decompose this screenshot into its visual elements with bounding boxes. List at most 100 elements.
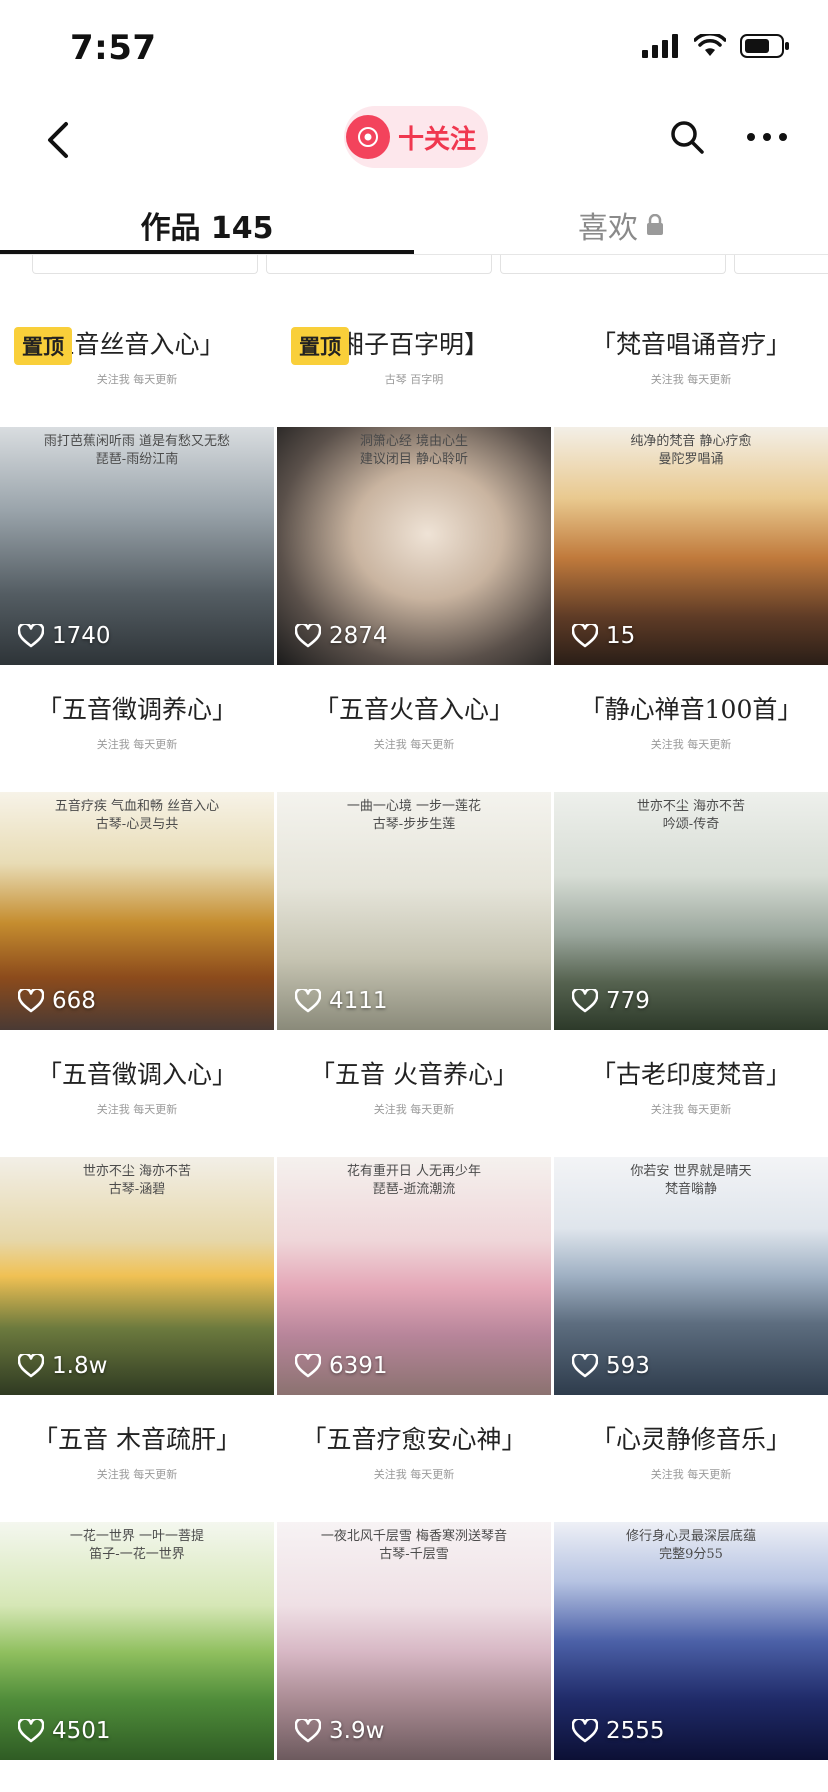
like-count: 4111 — [295, 988, 388, 1014]
more-dots-icon — [747, 133, 787, 141]
collection-card[interactable] — [32, 255, 258, 274]
like-count: 3.9w — [295, 1718, 384, 1744]
like-count: 2874 — [295, 623, 388, 649]
video-caption: 一夜北风千层雪 梅香寒洌送琴音 古琴-千层雪 — [320, 1529, 508, 1562]
like-count-value: 15 — [606, 623, 636, 649]
video-title: 「五音疗愈安心神」 — [301, 1425, 527, 1454]
like-count-value: 2555 — [606, 1718, 665, 1744]
chevron-left-icon — [48, 122, 68, 158]
video-title: 「五音徵调入心」 — [36, 1060, 237, 1089]
like-count: 2555 — [572, 1718, 665, 1744]
like-count-value: 4501 — [52, 1718, 111, 1744]
like-count-value: 2874 — [329, 623, 388, 649]
collection-card[interactable] — [266, 255, 492, 274]
wifi-icon — [694, 34, 726, 56]
video-caption: 世亦不尘 海亦不苦 古琴-涵碧 — [82, 1164, 192, 1197]
heart-icon — [18, 1719, 44, 1743]
video-card[interactable]: 五音丝音入心」 关注我 每天更新 雨打芭蕉闲听雨 道是有愁又无愁 琵琶-雨纷江南 置顶… — [0, 305, 274, 665]
collection-strip — [0, 255, 828, 275]
video-title: 「心灵静修音乐」 — [590, 1425, 791, 1454]
video-caption: 一曲一心境 一步一莲花 古琴-步步生莲 — [346, 799, 482, 832]
heart-icon — [572, 989, 598, 1013]
video-subtitle: 关注我 每天更新 — [650, 1468, 732, 1481]
video-card[interactable]: 「五音 木音疏肝」 关注我 每天更新 一花一世界 一叶一菩提 笛子-一花一世界 450… — [0, 1400, 274, 1760]
video-card[interactable]: 「五音 火音养心」关注我 每天更新花有重开日 人无再少年 琵琶-逝流潮流 6391 — [277, 1035, 551, 1395]
heart-icon — [295, 1719, 321, 1743]
like-count-value: 1.8w — [52, 1353, 108, 1379]
like-count: 6391 — [295, 1353, 388, 1379]
video-caption: 一花一世界 一叶一菩提 笛子-一花一世界 — [69, 1529, 205, 1562]
pinned-badge: 置顶 — [14, 327, 72, 365]
video-title: 「五音 木音疏肝」 — [33, 1425, 241, 1454]
heart-icon — [18, 624, 44, 648]
heart-icon — [572, 624, 598, 648]
video-caption: 世亦不尘 海亦不苦 吟颂-传奇 — [636, 799, 746, 832]
tab-works-label: 作品 145 — [140, 211, 274, 246]
video-title: 「五音火音入心」 — [313, 695, 514, 724]
like-count: 668 — [18, 988, 96, 1014]
video-caption: 花有重开日 人无再少年 琵琶-逝流潮流 — [346, 1164, 482, 1197]
video-card[interactable]: 「五音疗愈安心神」关注我 每天更新一夜北风千层雪 梅香寒洌送琴音 古琴-千层雪 3… — [277, 1400, 551, 1760]
lock-icon — [647, 214, 663, 235]
video-title: 「静心禅音100首」 — [579, 695, 803, 724]
back-button[interactable] — [30, 112, 86, 168]
video-card[interactable]: 湘子百字明】 古琴 百字明 洞箫心经 境由心生 建议闭目 静心聆听 置顶 2874 — [277, 305, 551, 665]
video-card[interactable]: 「五音徵调养心」关注我 每天更新五音疗疾 气血和畅 丝音入心 古琴-心灵与共 66… — [0, 670, 274, 1030]
video-card[interactable]: 「古老印度梵音」 关注我 每天更新 你若安 世界就是晴天 梵音嗡静 593 — [554, 1035, 828, 1395]
video-caption: 修行身心灵最深层底蕴 完整9分55 — [625, 1529, 756, 1562]
like-count-value: 6391 — [329, 1353, 388, 1379]
video-subtitle: 关注我 每天更新 — [650, 1103, 732, 1116]
like-count-value: 4111 — [329, 988, 388, 1014]
video-caption: 纯净的梵音 静心疗愈 曼陀罗唱诵 — [630, 434, 752, 467]
collection-card[interactable] — [500, 255, 726, 274]
status-bar: 7:57 — [0, 0, 828, 100]
video-title: 「五音徵调养心」 — [36, 695, 237, 724]
battery-icon — [740, 34, 789, 58]
video-subtitle: 关注我 每天更新 — [373, 738, 455, 751]
like-count-value: 779 — [606, 988, 650, 1014]
video-caption: 雨打芭蕉闲听雨 道是有愁又无愁 琵琶-雨纷江南 — [43, 434, 231, 467]
search-button[interactable] — [660, 110, 714, 164]
heart-icon — [572, 1354, 598, 1378]
heart-icon — [295, 989, 321, 1013]
heart-icon — [18, 1354, 44, 1378]
video-caption: 洞箫心经 境由心生 建议闭目 静心聆听 — [359, 434, 469, 467]
collection-card[interactable] — [734, 255, 828, 274]
like-count: 15 — [572, 623, 635, 649]
video-subtitle: 关注我 每天更新 — [373, 1103, 455, 1116]
video-subtitle: 关注我 每天更新 — [650, 373, 732, 386]
follow-button[interactable]: 十关注 — [344, 106, 488, 168]
video-card[interactable]: 「心灵静修音乐」关注我 每天更新修行身心灵最深层底蕴 完整9分55 2555 — [554, 1400, 828, 1760]
heart-icon — [295, 1354, 321, 1378]
video-caption: 你若安 世界就是晴天 梵音嗡静 — [630, 1164, 752, 1197]
video-title: 「古老印度梵音」 — [590, 1060, 791, 1089]
video-caption: 五音疗疾 气血和畅 丝音入心 古琴-心灵与共 — [54, 799, 220, 832]
avatar — [346, 115, 390, 159]
like-count-value: 3.9w — [329, 1718, 385, 1744]
avatar-logo-icon — [358, 127, 378, 147]
video-card[interactable]: 「五音火音入心」关注我 每天更新一曲一心境 一步一莲花 古琴-步步生莲 4111 — [277, 670, 551, 1030]
video-subtitle: 关注我 每天更新 — [96, 738, 178, 751]
heart-icon — [572, 1719, 598, 1743]
heart-icon — [295, 624, 321, 648]
video-card[interactable]: 「静心禅音100首」关注我 每天更新世亦不尘 海亦不苦 吟颂-传奇 779 — [554, 670, 828, 1030]
cellular-signal-icon — [642, 34, 678, 58]
more-button[interactable] — [740, 110, 794, 164]
follow-label: 十关注 — [398, 124, 477, 155]
video-subtitle: 关注我 每天更新 — [96, 373, 178, 386]
tab-likes-label: 喜欢 — [578, 211, 638, 246]
video-card[interactable]: 「梵音唱诵音疗」 关注我 每天更新 纯净的梵音 静心疗愈 曼陀罗唱诵 15 — [554, 305, 828, 665]
video-card[interactable]: 「五音徵调入心」关注我 每天更新世亦不尘 海亦不苦 古琴-涵碧 1.8w — [0, 1035, 274, 1395]
status-time: 7:57 — [70, 28, 157, 68]
tab-likes[interactable]: 喜欢 — [414, 190, 828, 260]
video-title: 「五音 火音养心」 — [310, 1060, 518, 1089]
like-count: 4501 — [18, 1718, 111, 1744]
like-count: 1.8w — [18, 1353, 107, 1379]
like-count: 779 — [572, 988, 650, 1014]
nav-bar: 十关注 — [0, 100, 828, 190]
video-subtitle: 关注我 每天更新 — [650, 738, 732, 751]
status-icons — [642, 34, 790, 58]
video-subtitle: 关注我 每天更新 — [373, 1468, 455, 1481]
video-subtitle: 关注我 每天更新 — [96, 1103, 178, 1116]
like-count-value: 1740 — [52, 623, 111, 649]
